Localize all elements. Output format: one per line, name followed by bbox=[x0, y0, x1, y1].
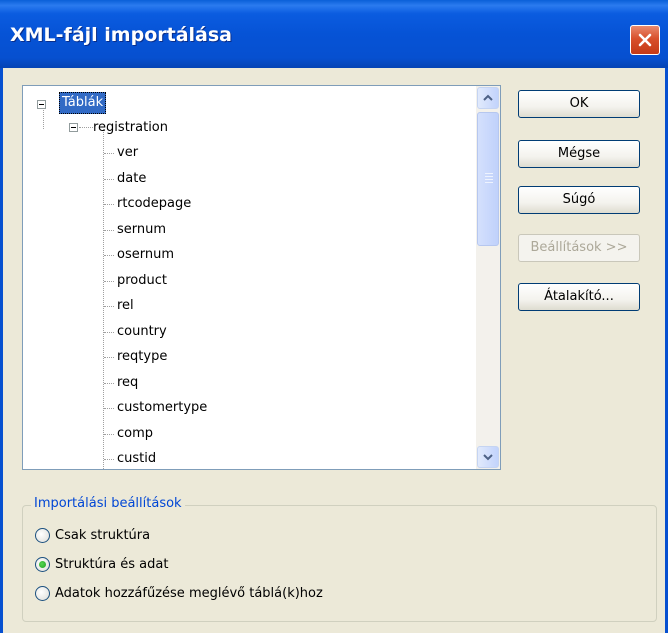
tree-field-item[interactable]: rtcodepage bbox=[117, 192, 191, 216]
tree-connector bbox=[104, 153, 114, 154]
tree-field-item[interactable]: req bbox=[117, 371, 138, 395]
tree-field-item[interactable]: rel bbox=[117, 294, 134, 318]
tree-field-item[interactable]: country bbox=[117, 320, 167, 344]
tree-field-item[interactable]: customertype bbox=[117, 396, 207, 420]
tree-field-label[interactable]: country bbox=[117, 324, 167, 339]
tree-field-label[interactable]: sernum bbox=[117, 222, 166, 237]
vertical-scrollbar[interactable] bbox=[476, 86, 500, 469]
tree-connector bbox=[104, 433, 114, 435]
tree-field-item[interactable]: comp bbox=[117, 422, 153, 446]
radio-label[interactable]: Csak struktúra bbox=[55, 526, 150, 546]
tree-connector bbox=[104, 408, 114, 409]
tree-field-label[interactable]: product bbox=[117, 273, 167, 288]
tree-field-label[interactable]: custid bbox=[117, 451, 156, 466]
tree-connector bbox=[79, 127, 93, 128]
tree-field-item[interactable]: reqtype bbox=[117, 345, 167, 369]
tree-field-label[interactable]: reqtype bbox=[117, 349, 167, 364]
title-bar: XML-fájl importálása bbox=[0, 0, 668, 68]
radio-selected-dot bbox=[39, 561, 46, 568]
scroll-thumb[interactable] bbox=[477, 112, 499, 246]
close-icon bbox=[638, 33, 652, 47]
cancel-button[interactable]: Mégse bbox=[518, 140, 640, 168]
tree-connector bbox=[104, 306, 114, 307]
tree-connector bbox=[103, 129, 104, 469]
radio-button[interactable] bbox=[35, 528, 50, 543]
scroll-down-button[interactable] bbox=[477, 446, 499, 468]
tree-connector bbox=[104, 357, 114, 358]
import-options-legend: Importálási beállítások bbox=[31, 496, 185, 511]
tree-field-item[interactable]: sernum bbox=[117, 218, 166, 242]
tree-field-label[interactable]: customertype bbox=[117, 400, 207, 415]
tree-field-label[interactable]: date bbox=[117, 171, 146, 186]
tree-connector bbox=[104, 229, 114, 231]
help-button[interactable]: Súgó bbox=[518, 186, 640, 214]
tree-field-label[interactable]: comp bbox=[117, 426, 153, 441]
radio-label[interactable]: Adatok hozzáfűzése meglévő táblá(k)hoz bbox=[55, 584, 323, 604]
chevron-down-icon bbox=[483, 454, 493, 461]
tree-field-item[interactable]: osernum bbox=[117, 243, 174, 267]
tree-field-label[interactable]: osernum bbox=[117, 247, 174, 262]
radio-button[interactable] bbox=[35, 586, 50, 601]
xml-tree-view[interactable]: Táblák registration ver date rtcodepage ser… bbox=[22, 85, 501, 470]
tree-connector bbox=[104, 255, 114, 256]
scroll-up-button[interactable] bbox=[477, 87, 499, 109]
chevron-up-icon bbox=[483, 94, 493, 101]
tree-connector bbox=[104, 459, 114, 460]
tree-field-label[interactable]: req bbox=[117, 375, 138, 390]
tree-field-item[interactable]: date bbox=[117, 167, 146, 191]
tree-root-label[interactable]: Táblák bbox=[59, 92, 107, 114]
radio-label[interactable]: Struktúra és adat bbox=[55, 555, 168, 575]
tree-connector bbox=[104, 331, 114, 333]
collapse-icon[interactable] bbox=[69, 123, 78, 132]
tree-field-label[interactable]: ver bbox=[117, 145, 138, 160]
tree-field-item[interactable]: product bbox=[117, 269, 167, 293]
tree-connector bbox=[104, 382, 114, 384]
tree-field-label[interactable]: rel bbox=[117, 298, 134, 313]
tree-field-item[interactable]: custid bbox=[117, 447, 156, 469]
radio-button[interactable] bbox=[35, 557, 50, 572]
tree-field-item[interactable]: ver bbox=[117, 141, 138, 165]
collapse-icon[interactable] bbox=[37, 100, 46, 109]
ok-button[interactable]: OK bbox=[518, 90, 640, 118]
tree-field-label[interactable]: rtcodepage bbox=[117, 196, 191, 211]
tree-connector bbox=[104, 204, 114, 205]
tree-connector bbox=[104, 178, 114, 180]
transform-button[interactable]: Átalakító... bbox=[518, 283, 640, 311]
tree-node-label[interactable]: registration bbox=[93, 116, 168, 140]
close-button[interactable] bbox=[630, 25, 660, 55]
window-title: XML-fájl importálása bbox=[10, 24, 232, 46]
tree-connector bbox=[104, 280, 114, 282]
settings-button[interactable]: Beállítások >> bbox=[518, 234, 640, 262]
